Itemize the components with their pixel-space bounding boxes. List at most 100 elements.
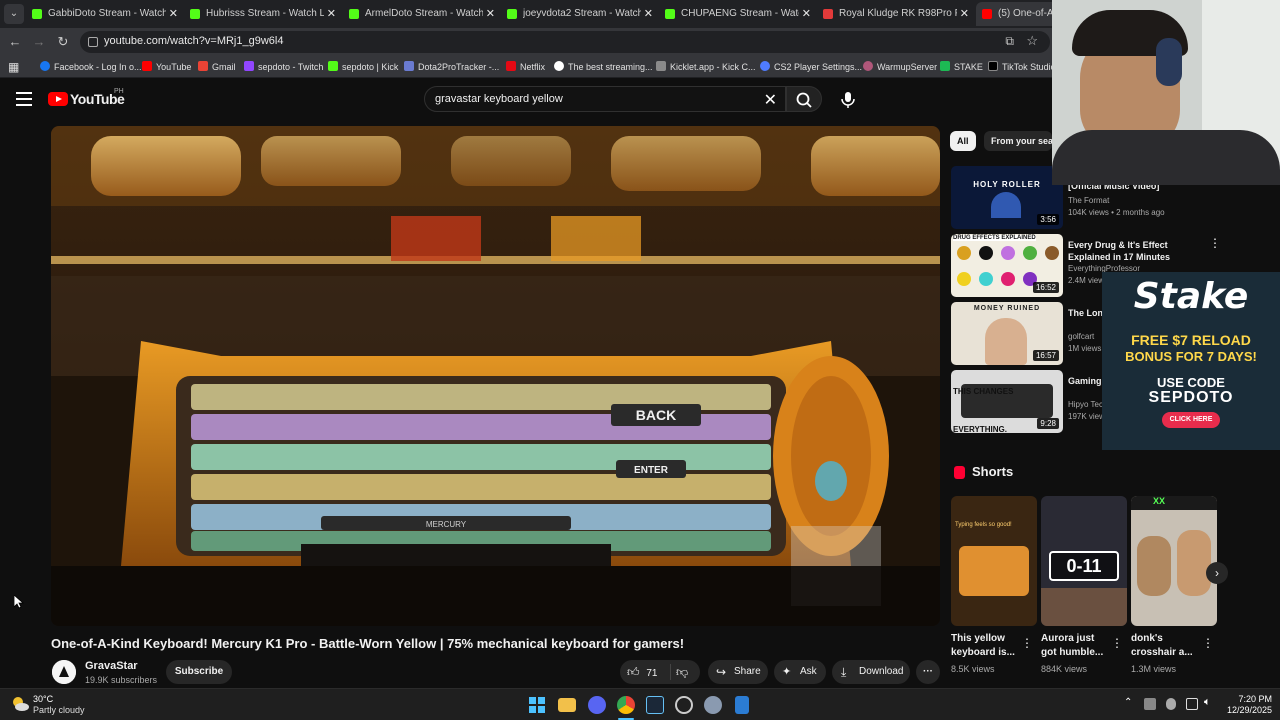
more-options-icon[interactable]: ⋮ (1021, 636, 1033, 650)
back-icon[interactable]: ← (6, 33, 24, 51)
download-button[interactable]: ⤓ Download (832, 660, 910, 684)
click-here-button[interactable]: CLICK HERE (1162, 412, 1220, 428)
browser-tab[interactable]: CHUPAENG Stream - Watch Live ✕ (665, 2, 815, 26)
bookmark-item[interactable]: CS2 Player Settings... (760, 59, 862, 75)
bookmark-item[interactable]: Dota2ProTracker -... (404, 59, 499, 75)
ask-button[interactable]: ✦ Ask (774, 660, 826, 684)
search-button[interactable] (786, 86, 822, 112)
file-explorer-icon[interactable] (558, 698, 576, 712)
thumbs-up-icon: 👍︎ (627, 665, 640, 679)
like-button[interactable]: 👍︎ 71 (627, 660, 669, 686)
chip-from-your-search[interactable]: From your sea (984, 131, 1052, 151)
site-info-icon[interactable] (88, 37, 98, 47)
tray-app-icon[interactable] (1144, 698, 1156, 710)
channel-avatar[interactable] (52, 660, 76, 684)
install-app-icon[interactable]: ⧉ (1005, 34, 1014, 49)
search-input[interactable]: gravastar keyboard yellow ✕ (424, 86, 786, 112)
short-item[interactable]: XX (1131, 496, 1217, 626)
country-code: PH (114, 88, 124, 95)
settings-gear-icon[interactable] (704, 696, 722, 714)
webcam-overlay (1052, 0, 1280, 185)
menu-icon[interactable] (16, 92, 32, 106)
bookmark-item[interactable]: Facebook - Log In o... (40, 59, 142, 75)
keyboard-back-key-label: BACK (636, 407, 676, 423)
video-player[interactable]: BACK ENTER MERCURY (51, 126, 940, 626)
bookmark-item[interactable]: TikTok Studio (988, 59, 1056, 75)
stake-ad-overlay[interactable]: Stake FREE $7 RELOAD BONUS FOR 7 DAYS! U… (1102, 272, 1280, 450)
show-hidden-icons-icon[interactable]: ⌃ (1124, 697, 1132, 708)
more-options-icon[interactable]: ⋮ (1111, 636, 1123, 650)
more-options-icon[interactable]: ⋮ (1209, 236, 1221, 250)
close-icon[interactable]: ✕ (644, 2, 653, 26)
facebook-icon (40, 61, 50, 71)
kick-icon (190, 9, 200, 19)
network-icon[interactable] (1186, 698, 1198, 710)
shorts-icon (954, 466, 965, 479)
search-query: gravastar keyboard yellow (435, 93, 563, 105)
streamer-shirt (1052, 130, 1280, 185)
bookmark-item[interactable]: Netflix (506, 59, 545, 75)
bookmark-item[interactable]: Kicklet.app - Kick C... (656, 59, 756, 75)
bookmark-item[interactable]: sepdoto - Twitch (244, 59, 323, 75)
reload-icon[interactable]: ↻ (54, 33, 72, 51)
next-arrow-icon[interactable]: › (1206, 562, 1228, 584)
close-icon[interactable]: ✕ (802, 2, 811, 26)
bookmark-item[interactable]: sepdoto | Kick (328, 59, 398, 75)
browser-tab[interactable]: ArmelDoto Stream - Watch Live ✕ (349, 2, 499, 26)
channel-name[interactable]: GravaStar (85, 660, 138, 672)
address-bar[interactable]: youtube.com/watch?v=MRj1_g9w6l4 ⧉ ☆ (80, 31, 1050, 53)
bookmark-item[interactable]: The best streaming... (554, 59, 653, 75)
browser-tab[interactable]: joeyvdota2 Stream - Watch Live ✕ (507, 2, 657, 26)
youtube-icon (142, 61, 152, 71)
bookmark-item[interactable]: STAKE (940, 59, 983, 75)
apps-grid-icon[interactable]: ▦ (8, 59, 19, 75)
bookmark-star-icon[interactable]: ☆ (1026, 33, 1038, 49)
chrome-icon[interactable] (617, 696, 635, 714)
keyboard-spacebar-label: MERCURY (426, 520, 467, 529)
stake-icon (940, 61, 950, 71)
browser-tab[interactable]: GabbiDoto Stream - Watch Live ✕ (32, 2, 182, 26)
short-item[interactable]: Typing feels so good! (951, 496, 1037, 626)
gmail-icon (198, 61, 208, 71)
youtube-logo-icon[interactable] (48, 92, 68, 106)
close-icon[interactable]: ✕ (486, 2, 495, 26)
browser-tab[interactable]: Hubrisss Stream - Watch Live o ✕ (190, 2, 340, 26)
weather-widget[interactable] (10, 694, 30, 714)
clock-date[interactable]: 12/29/2025 (1222, 705, 1272, 715)
close-icon[interactable]: ✕ (960, 2, 969, 26)
clock-time[interactable]: 7:20 PM (1222, 694, 1272, 704)
close-icon[interactable]: ✕ (169, 2, 178, 26)
channel-subscribers: 19.9K subscribers (85, 675, 158, 685)
clear-search-icon[interactable]: ✕ (764, 90, 777, 110)
volume-icon[interactable]: 🔈︎ (1204, 696, 1211, 709)
share-button[interactable]: ↪ Share (708, 660, 768, 684)
royal-kludge-icon (823, 9, 833, 19)
bookmark-item[interactable]: YouTube (142, 59, 191, 75)
chip-all[interactable]: All (950, 131, 976, 151)
streaming-icon (554, 61, 564, 71)
obs-icon[interactable] (675, 696, 693, 714)
steam-icon[interactable] (646, 696, 664, 714)
notepad-icon[interactable] (735, 696, 749, 714)
windows-start-icon[interactable] (528, 696, 546, 714)
close-icon[interactable]: ✕ (327, 2, 336, 26)
microphone-icon[interactable] (1166, 698, 1176, 710)
person-face (1177, 530, 1211, 596)
bookmark-item[interactable]: WarmupServer (863, 59, 937, 75)
voice-search-button[interactable] (836, 86, 860, 112)
subscribe-button[interactable]: Subscribe (166, 660, 232, 684)
short-item[interactable]: 0-11 (1041, 496, 1127, 626)
partly-cloudy-icon (13, 697, 29, 711)
more-options-icon[interactable]: ⋮ (1202, 636, 1214, 650)
dislike-button[interactable]: 👎︎ (676, 660, 688, 684)
more-actions-icon[interactable]: ··· (916, 660, 940, 684)
windows-taskbar: 30°C Partly cloudy ⌃ 🔈︎ 7:20 PM 12/29/20… (0, 688, 1280, 720)
mouse-cursor-icon (14, 595, 24, 609)
video-title: One-of-A-Kind Keyboard! Mercury K1 Pro -… (51, 636, 685, 651)
weather-desc: Partly cloudy (33, 705, 85, 715)
forward-icon[interactable]: → (30, 33, 48, 51)
bookmark-item[interactable]: Gmail (198, 59, 236, 75)
browser-tab[interactable]: Royal Kludge RK R98Pro Phant ✕ (823, 2, 973, 26)
tab-search-button[interactable]: ⌄ (4, 4, 24, 24)
discord-icon[interactable] (588, 696, 606, 714)
